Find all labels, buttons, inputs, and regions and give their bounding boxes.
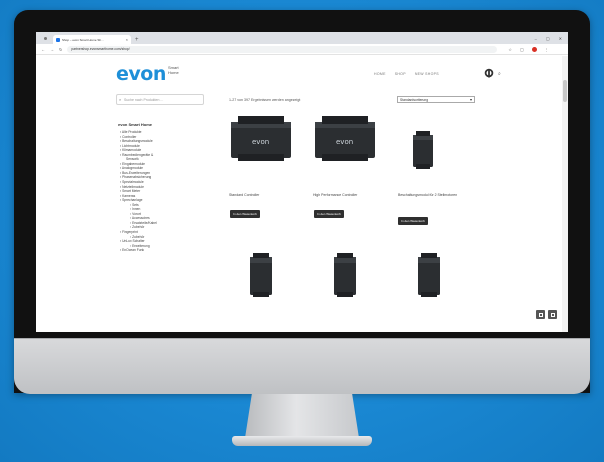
bookmark-star-icon[interactable]: ☆: [508, 47, 512, 52]
svg-text:evon: evon: [336, 138, 353, 146]
tab-title: Shop – evon Smart Home Sh...: [62, 37, 104, 42]
monitor-stand-base: [232, 436, 372, 446]
browser-tab[interactable]: Shop – evon Smart Home Sh... ×: [53, 35, 131, 44]
product-image-beschaltungsmodul[interactable]: [411, 130, 435, 170]
logo-subtitle: Smart Home: [168, 65, 179, 75]
product-name[interactable]: High Performance Controller: [313, 193, 393, 198]
forward-icon[interactable]: →: [50, 47, 54, 52]
scroll-to-top-button[interactable]: [548, 310, 557, 319]
new-tab-button[interactable]: +: [135, 37, 139, 43]
header-search-icon[interactable]: ⌕: [498, 71, 501, 77]
window-menu-icon[interactable]: [44, 37, 47, 40]
result-count: 1-27 von 397 Ergebnissen werden angezeig…: [229, 98, 301, 102]
extensions-icon[interactable]: ▢: [520, 47, 524, 52]
add-to-cart-button[interactable]: In den Warenkorb: [398, 217, 428, 225]
toolbar-right: ☆ ▢ ⋮: [508, 46, 549, 52]
favicon-icon: [56, 37, 60, 42]
floating-action-button[interactable]: [536, 310, 545, 319]
scrollbar-thumb[interactable]: [563, 80, 567, 102]
monitor-stand: [245, 394, 359, 438]
minimize-icon[interactable]: –: [535, 36, 537, 41]
logo-sub-home: Home: [168, 70, 179, 75]
screen: Shop – evon Smart Home Sh... × + – ▢ ✕ ←…: [36, 32, 568, 332]
browser-toolbar: ← → ↻ partnershop.evonsmarthome.com/shop…: [36, 44, 568, 55]
nav-shop[interactable]: SHOP: [395, 72, 406, 76]
category-list: Alle ProdukteControllerBeschaltungsmodul…: [120, 130, 220, 253]
nav-new-shops[interactable]: NEW SHOPS: [415, 72, 439, 76]
browser-menu-icon[interactable]: ⋮: [545, 47, 549, 52]
evon-logo[interactable]: evon: [116, 63, 166, 85]
profile-avatar[interactable]: [531, 46, 537, 52]
category-item[interactable]: EnOcean Funk: [120, 248, 220, 253]
site-header: evon Smart Home HOME SHOP NEW SHOPS ⌕: [36, 56, 568, 92]
product-search-input[interactable]: ⌕ Suche nach Produkten ...: [116, 94, 204, 105]
product-image-module-4[interactable]: [248, 252, 274, 298]
product-name[interactable]: Standard Controller: [229, 193, 309, 198]
product-name[interactable]: Beschaltungsmodul für 2 Stellmotoren: [398, 193, 478, 198]
search-placeholder: Suche nach Produkten ...: [124, 97, 164, 102]
add-to-cart-button[interactable]: In den Warenkorb: [314, 210, 344, 218]
product-image-high-performance-controller[interactable]: evon: [312, 114, 378, 162]
monitor-chin: [14, 338, 590, 394]
browser-tab-bar: Shop – evon Smart Home Sh... × + – ▢ ✕: [36, 32, 568, 44]
product-image-standard-controller[interactable]: evon: [228, 114, 294, 162]
reload-icon[interactable]: ↻: [59, 47, 62, 52]
product-image-module-6[interactable]: [416, 252, 442, 298]
nav-home[interactable]: HOME: [374, 72, 386, 76]
add-to-cart-button[interactable]: In den Warenkorb: [230, 210, 260, 218]
search-icon: ⌕: [119, 97, 122, 102]
close-window-icon[interactable]: ✕: [559, 36, 562, 41]
main-nav: HOME SHOP NEW SHOPS: [374, 72, 439, 76]
sort-value: Standardsortierung: [400, 97, 429, 102]
category-title: evon Smart Home: [118, 122, 153, 127]
chevron-down-icon: ▾: [469, 97, 472, 102]
sort-select[interactable]: Standardsortierung ▾: [397, 96, 475, 103]
cart-icon[interactable]: [484, 68, 496, 80]
url-text: partnershop.evonsmarthome.com/shop/: [71, 47, 130, 51]
address-bar[interactable]: partnershop.evonsmarthome.com/shop/: [67, 45, 498, 53]
tab-close-icon[interactable]: ×: [126, 37, 128, 42]
maximize-icon[interactable]: ▢: [546, 36, 550, 41]
product-image-module-5[interactable]: [332, 252, 358, 298]
window-controls: – ▢ ✕: [535, 36, 562, 41]
back-icon[interactable]: ←: [41, 47, 45, 52]
svg-text:evon: evon: [252, 138, 269, 146]
